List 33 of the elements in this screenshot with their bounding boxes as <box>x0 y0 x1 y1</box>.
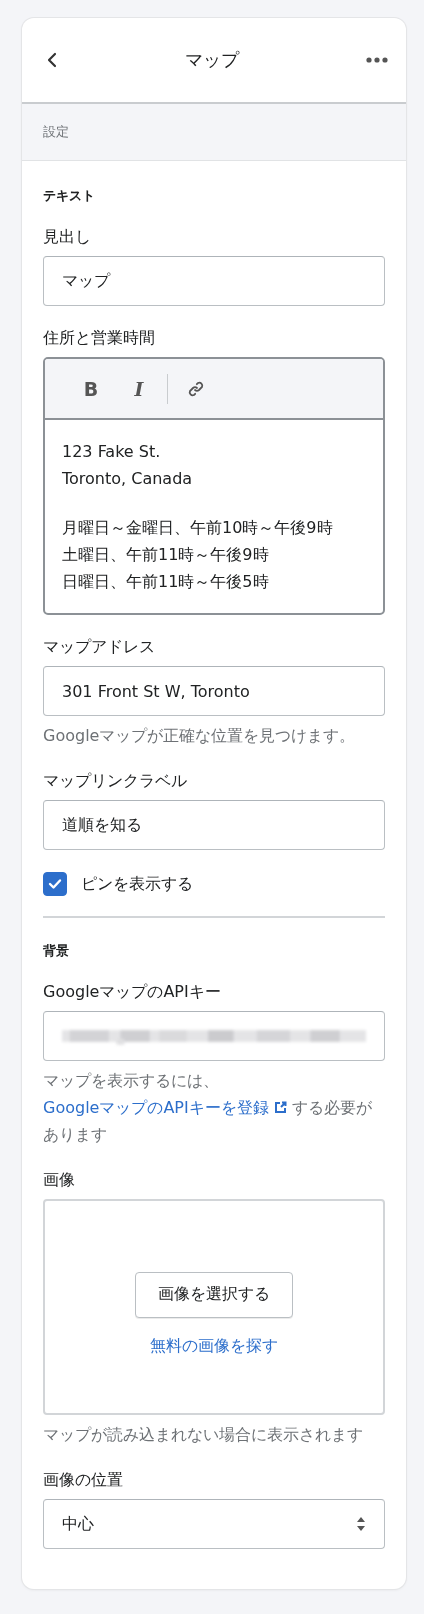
field-label: マップアドレス <box>43 637 156 658</box>
field-label: 住所と営業時間 <box>43 328 156 349</box>
rich-text-editor[interactable]: B I 123 Fake St. Toronto, Canada 月曜日～金曜日、午前10時～午後9時 土曜日、午前11時～午後9時 日曜日、午前11時～午後5時 <box>43 357 385 615</box>
editor-paragraph: 月曜日～金曜日、午前10時～午後9時 土曜日、午前11時～午後9時 日曜日、午前11時～午後5時 <box>62 517 334 593</box>
field-label: 見出し <box>43 227 92 248</box>
image-drop-zone[interactable]: 画像を選択する 無料の画像を探す <box>43 1199 385 1415</box>
external-link-icon <box>273 1101 287 1114</box>
group-heading: テキスト <box>43 187 96 205</box>
checkbox-label: ピンを表示する <box>81 873 193 895</box>
checkbox[interactable] <box>43 872 67 896</box>
select-image-button[interactable]: 画像を選択する <box>135 1271 293 1318</box>
group-heading: 背景 <box>43 942 70 960</box>
select-caret-icon <box>356 1516 366 1532</box>
help-text: マップを表示するには、 GoogleマップのAPIキーを登録 する必要があります <box>43 1070 373 1146</box>
register-key-link[interactable]: GoogleマップのAPIキーを登録 <box>43 1098 287 1117</box>
field-label: マップリンクラベル <box>43 771 188 792</box>
text-field[interactable]: マップ <box>43 256 385 306</box>
field-label: 画像 <box>43 1170 76 1191</box>
check-icon <box>48 878 62 890</box>
position-select[interactable]: 中心 <box>43 1499 385 1549</box>
text-field[interactable]: 301 Front St W, Toronto <box>43 666 385 716</box>
api-key-field[interactable] <box>43 1011 385 1061</box>
panel-title: マップ <box>185 48 239 72</box>
field-label: 画像の位置 <box>43 1470 124 1491</box>
italic-button[interactable]: I <box>115 370 163 407</box>
section-label: 設定 <box>43 123 69 141</box>
help-text: マップが読み込まれない場合に表示されます <box>43 1424 364 1446</box>
editor-paragraph: 123 Fake St. Toronto, Canada <box>62 441 194 490</box>
bold-button[interactable]: B <box>67 370 115 407</box>
text-field[interactable]: 道順を知る <box>43 800 385 850</box>
field-label: GoogleマップのAPIキー <box>43 982 222 1003</box>
help-text: Googleマップが正確な位置を見つけます。 <box>43 725 357 747</box>
free-images-link[interactable]: 無料の画像を探す <box>150 1335 278 1357</box>
